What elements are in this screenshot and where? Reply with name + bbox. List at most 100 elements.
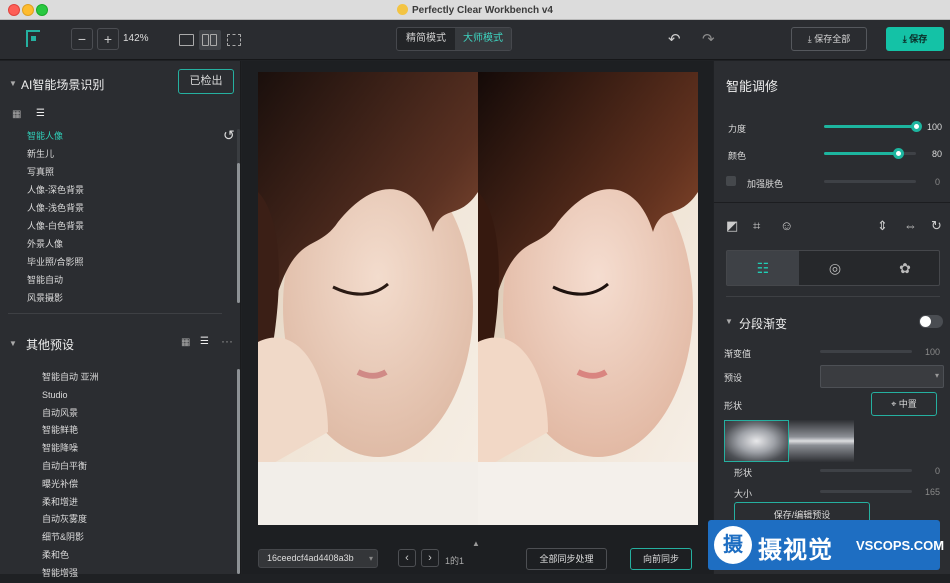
face-icon[interactable]: ☺ bbox=[780, 218, 793, 233]
redo-icon[interactable]: ↷ bbox=[702, 30, 715, 48]
single-view-icon[interactable] bbox=[179, 34, 194, 46]
save-button[interactable]: ⤓ 保存 bbox=[886, 27, 944, 51]
collapse-triangle-icon[interactable]: ▼ bbox=[725, 317, 733, 326]
undo-icon[interactable]: ↶ bbox=[668, 30, 681, 48]
processed-photo[interactable] bbox=[478, 72, 698, 525]
scene-list: 智能人像 新生儿 写真照 人像-深色背景 人像-浅色背景 人像-白色背景 外景人… bbox=[27, 127, 227, 307]
preset-select[interactable] bbox=[820, 365, 944, 388]
ai-scene-title: AI智能场景识别 bbox=[21, 78, 105, 92]
target-icon: ⌖ bbox=[891, 399, 899, 409]
center-button[interactable]: ⌖ 中置 bbox=[871, 392, 937, 416]
original-photo[interactable] bbox=[258, 72, 478, 525]
sliders-icon[interactable]: ☷ bbox=[727, 251, 799, 285]
zoom-out-button[interactable]: − bbox=[71, 28, 93, 50]
sync-forward-button[interactable]: 向前同步 bbox=[630, 548, 692, 570]
segment-gradient-title: 分段渐变 bbox=[739, 317, 788, 331]
strength-fill bbox=[824, 125, 916, 128]
divider bbox=[726, 296, 940, 297]
sync-all-button[interactable]: 全部同步处理 bbox=[526, 548, 607, 570]
list-item[interactable]: 写真照 bbox=[27, 163, 227, 181]
save-all-button[interactable]: ⤓ 保存全部 bbox=[791, 27, 867, 51]
skin-slider[interactable] bbox=[824, 180, 916, 183]
save-label: 保存 bbox=[909, 34, 928, 44]
gradient-slider[interactable] bbox=[820, 350, 912, 353]
collapse-triangle-icon[interactable]: ▼ bbox=[9, 339, 17, 348]
effects-icon[interactable]: ✿ bbox=[869, 251, 941, 285]
shape-value-label: 形状 bbox=[734, 468, 753, 478]
watermark-brand: 摄视觉 bbox=[758, 537, 833, 564]
simple-mode-tab[interactable]: 精简模式 bbox=[397, 28, 455, 50]
strength-slider[interactable] bbox=[824, 121, 922, 132]
main-toolbar: − + 142% 精简模式 大师模式 ↶ ↷ ⤓ 保存全部 ⤓ 保存 bbox=[0, 20, 950, 60]
reset-icon[interactable]: ↺ bbox=[223, 127, 235, 144]
strength-label: 力度 bbox=[728, 124, 747, 134]
window-title: Perfectly Clear Workbench v4 bbox=[0, 4, 950, 16]
list-item[interactable]: 智能降噪 bbox=[42, 440, 222, 458]
list-item[interactable]: 新生儿 bbox=[27, 145, 227, 163]
list-item[interactable]: 自动灰雾度 bbox=[42, 511, 222, 529]
flip-horizontal-icon[interactable]: ⇔ bbox=[904, 218, 917, 233]
list-item[interactable]: 智能鲜艳 bbox=[42, 422, 222, 440]
more-options-icon[interactable]: ··· bbox=[221, 334, 233, 348]
list-item[interactable]: 智能自动 bbox=[27, 271, 227, 289]
collapse-triangle-icon[interactable]: ▼ bbox=[9, 79, 17, 88]
list-item[interactable]: 柔和色 bbox=[42, 547, 222, 565]
linear-shape-thumb[interactable] bbox=[789, 420, 854, 462]
list-item[interactable]: Studio bbox=[42, 387, 222, 405]
image-viewer: ▲ 16ceedcf4ad4408a3b ‹ › 1的1 全部同步处理 向前同步 bbox=[242, 61, 713, 574]
curves-icon[interactable]: ◩ bbox=[726, 218, 738, 234]
window-title-text: Perfectly Clear Workbench v4 bbox=[412, 5, 553, 16]
preset-list: 智能自动 亚洲 Studio 自动风景 智能鲜艳 智能降噪 自动白平衡 曝光补偿… bbox=[42, 369, 222, 583]
radial-shape-thumb[interactable] bbox=[724, 420, 789, 462]
color-slider[interactable] bbox=[824, 148, 916, 159]
list-item[interactable]: 人像-浅色背景 bbox=[27, 199, 227, 217]
list-item[interactable]: 外景人像 bbox=[27, 235, 227, 253]
list-item[interactable]: 智能自动 亚洲 bbox=[42, 369, 222, 387]
preset-list-scrollbar[interactable] bbox=[237, 369, 240, 574]
left-panel: ▼ AI智能场景识别 已检出 ▦ ☰ 智能人像 新生儿 写真照 人像-深色背景 … bbox=[0, 61, 241, 578]
size-slider[interactable] bbox=[820, 490, 912, 493]
list-item[interactable]: 自动风景 bbox=[42, 405, 222, 423]
segment-gradient-toggle[interactable] bbox=[919, 315, 943, 328]
watermark-url: VSCOPS.COM bbox=[856, 538, 945, 553]
next-image-button[interactable]: › bbox=[421, 549, 439, 567]
crop-icon[interactable]: ⌗ bbox=[753, 218, 760, 234]
list-item[interactable]: 人像-白色背景 bbox=[27, 217, 227, 235]
list-item[interactable]: 自动白平衡 bbox=[42, 458, 222, 476]
list-item[interactable]: 曝光补偿 bbox=[42, 476, 222, 494]
master-mode-tab[interactable]: 大师模式 bbox=[455, 28, 511, 50]
grid-view-icon[interactable]: ▦ bbox=[12, 109, 21, 120]
tool-tabs: ☷ ◎ ✿ bbox=[726, 250, 940, 286]
list-item[interactable]: 柔和增进 bbox=[42, 494, 222, 512]
page-indicator: 1的1 bbox=[445, 556, 465, 566]
palette-icon[interactable]: ◎ bbox=[799, 251, 871, 285]
list-item[interactable]: 人像-深色背景 bbox=[27, 181, 227, 199]
rotate-icon[interactable]: ↻ bbox=[931, 218, 942, 234]
prev-image-button[interactable]: ‹ bbox=[398, 549, 416, 567]
list-item[interactable]: 风景摄影 bbox=[27, 289, 227, 307]
list-view-icon[interactable]: ☰ bbox=[36, 108, 45, 119]
shape-slider[interactable] bbox=[820, 469, 912, 472]
scrollbar-thumb[interactable] bbox=[237, 163, 240, 303]
expand-filmstrip-icon[interactable]: ▲ bbox=[472, 539, 480, 548]
zoom-in-button[interactable]: + bbox=[97, 28, 119, 50]
compare-view-icon[interactable] bbox=[227, 34, 241, 46]
image-name-select[interactable]: 16ceedcf4ad4408a3b bbox=[258, 549, 378, 568]
color-fill bbox=[824, 152, 898, 155]
color-knob[interactable] bbox=[892, 148, 904, 159]
scene-list-scrollbar[interactable] bbox=[237, 129, 240, 303]
detected-button[interactable]: 已检出 bbox=[178, 69, 234, 94]
skin-checkbox[interactable] bbox=[726, 176, 736, 186]
shape-value: 0 bbox=[934, 466, 940, 476]
strength-value: 100 bbox=[926, 122, 942, 132]
flip-vertical-icon[interactable]: ⇕ bbox=[877, 218, 888, 234]
split-view-button[interactable] bbox=[199, 30, 221, 50]
window-titlebar: Perfectly Clear Workbench v4 bbox=[0, 0, 950, 20]
skin-value: 0 bbox=[934, 177, 940, 187]
size-label: 大小 bbox=[734, 489, 753, 499]
list-view-icon[interactable]: ☰ bbox=[200, 336, 209, 347]
list-item[interactable]: 智能人像 bbox=[27, 127, 227, 145]
grid-view-icon[interactable]: ▦ bbox=[181, 337, 190, 348]
list-item[interactable]: 细节&阴影 bbox=[42, 529, 222, 547]
list-item[interactable]: 毕业照/合影照 bbox=[27, 253, 227, 271]
